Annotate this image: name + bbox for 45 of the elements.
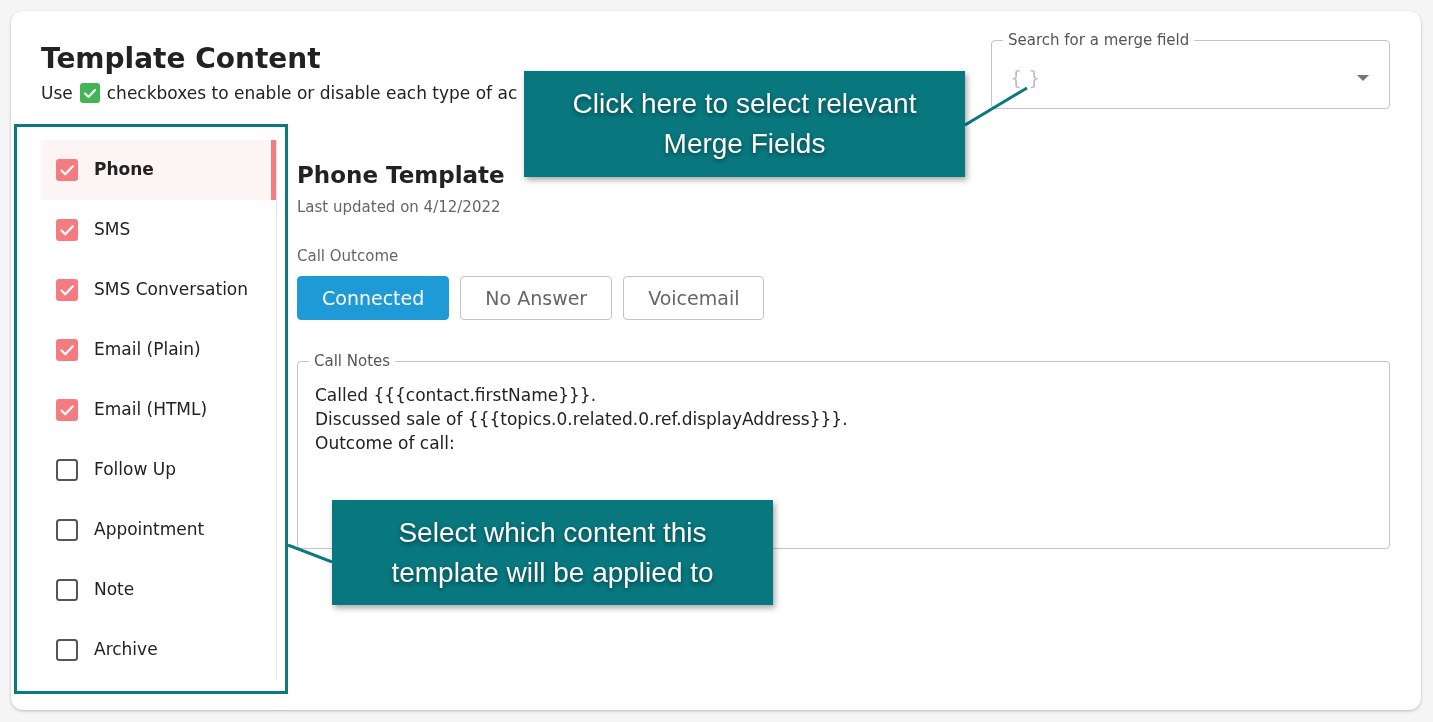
- checkbox[interactable]: [56, 399, 78, 421]
- checkbox[interactable]: [56, 579, 78, 601]
- checkbox[interactable]: [56, 459, 78, 481]
- content-type-item[interactable]: Appointment: [41, 500, 276, 560]
- dropdown-caret-icon[interactable]: [1357, 75, 1369, 81]
- subtitle-text: Use: [41, 82, 73, 105]
- checkbox[interactable]: [56, 219, 78, 241]
- content-type-item[interactable]: SMS Conversation: [41, 260, 276, 320]
- leader-line: [964, 87, 1028, 126]
- content-type-item[interactable]: Email (HTML): [41, 380, 276, 440]
- item-label: Email (HTML): [94, 398, 208, 422]
- item-label: Email (Plain): [94, 338, 201, 362]
- content-type-item[interactable]: Phone: [41, 140, 276, 200]
- content-type-item[interactable]: Archive: [41, 620, 276, 680]
- item-label: SMS: [94, 218, 131, 242]
- last-updated-text: Last updated on 4/12/2022: [297, 197, 501, 217]
- field-label: Search for a merge field: [1007, 31, 1191, 49]
- call-outcome-option[interactable]: No Answer: [460, 276, 613, 320]
- call-outcome-label: Call Outcome: [297, 246, 399, 266]
- callout: Select which content this template will be applied to: [332, 500, 773, 605]
- field-label: Call Notes: [313, 352, 392, 370]
- item-label: Follow Up: [94, 458, 176, 482]
- checkbox[interactable]: [56, 339, 78, 361]
- content-type-item[interactable]: SMS: [41, 200, 276, 260]
- content-type-item[interactable]: Email (Plain): [41, 320, 276, 380]
- checkbox[interactable]: [56, 519, 78, 541]
- merge-field-prefix: { }: [1010, 66, 1041, 90]
- section-title: Phone Template: [297, 161, 505, 190]
- subtitle-text: checkboxes to enable or disable each type of ac: [106, 82, 518, 105]
- page-title: Template Content: [41, 42, 322, 76]
- item-label: SMS Conversation: [94, 278, 249, 302]
- item-label: Appointment: [94, 518, 205, 542]
- checkbox[interactable]: [56, 639, 78, 661]
- content-type-item[interactable]: Note: [41, 560, 276, 620]
- item-label: Archive: [94, 638, 158, 662]
- call-outcome-option[interactable]: Voicemail: [623, 276, 765, 320]
- check-box-icon: [79, 83, 100, 103]
- item-label: Phone: [94, 158, 154, 182]
- checkbox[interactable]: [56, 279, 78, 301]
- callout: Click here to select relevant Merge Fields: [524, 71, 965, 177]
- merge-field-search[interactable]: Search for a merge field { }: [991, 31, 1390, 109]
- leader-line: [287, 544, 333, 563]
- content-type-item[interactable]: Follow Up: [41, 440, 276, 500]
- checkbox[interactable]: [56, 159, 78, 181]
- item-label: Note: [94, 578, 135, 602]
